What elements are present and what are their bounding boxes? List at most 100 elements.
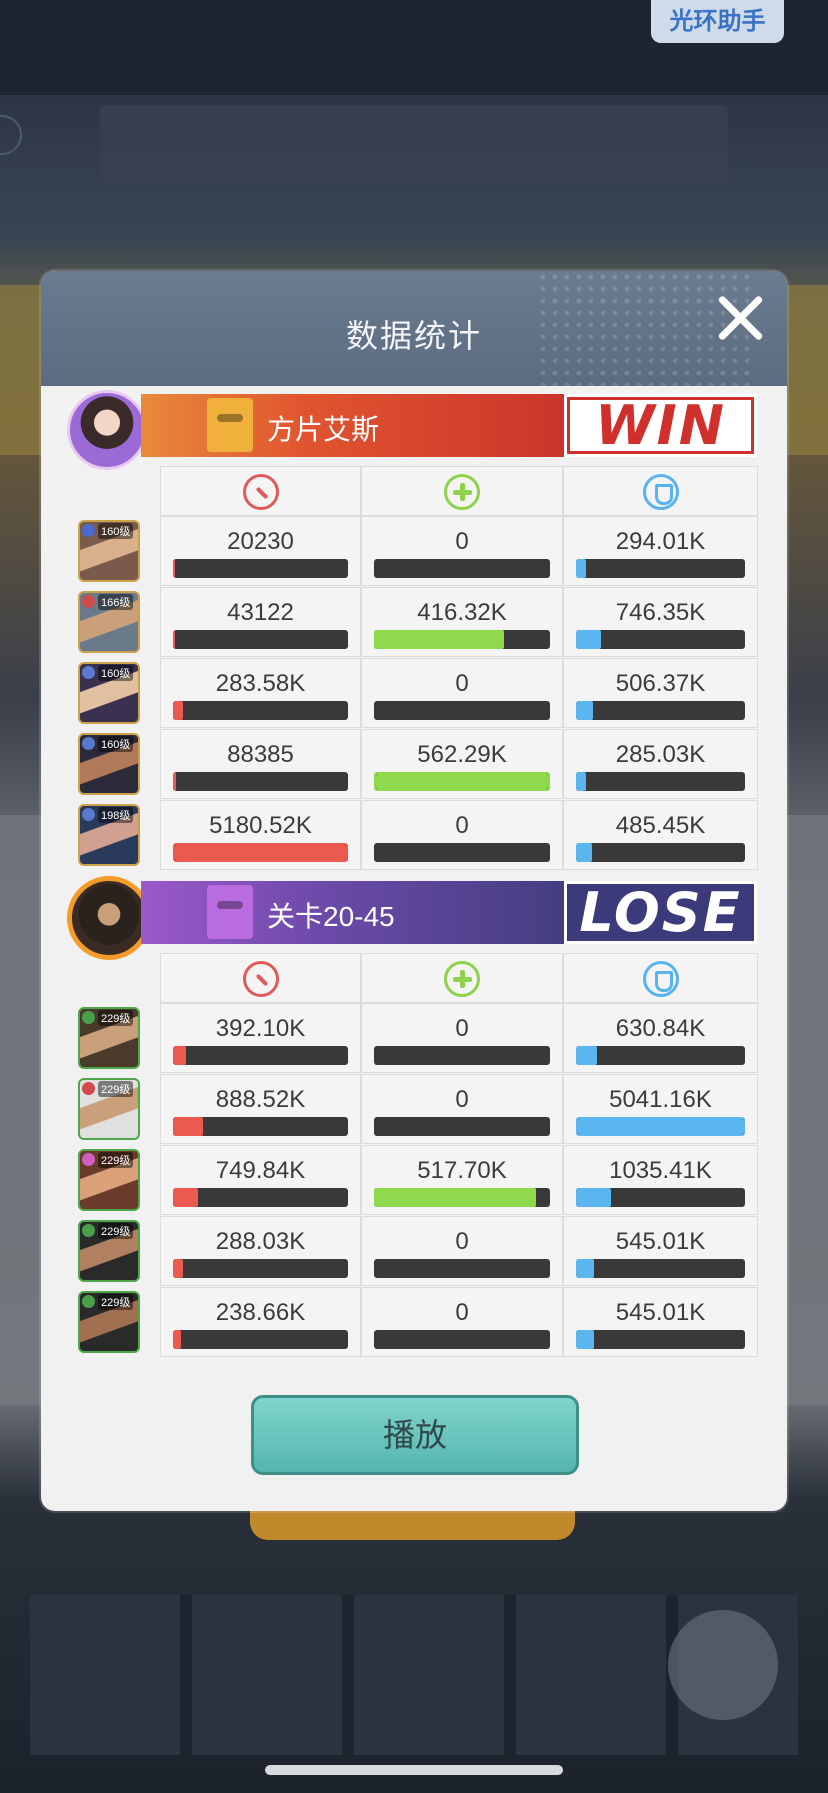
damage-cell: 283.58K — [160, 658, 361, 728]
hero-class-icon — [82, 1153, 95, 1166]
hero-cell: 229级 — [68, 1287, 160, 1357]
def-bar — [576, 559, 745, 578]
stats-modal: 数据统计 方片艾斯 WIN 160级 20230 0 294.01K 166级 … — [41, 271, 787, 1511]
hero-cell: 160级 — [68, 658, 160, 728]
table-row: 229级 749.84K 517.70K 1035.41K — [68, 1145, 758, 1216]
hero-portrait[interactable]: 229级 — [78, 1291, 140, 1353]
heal-bar — [374, 559, 550, 578]
hero-class-icon — [82, 666, 95, 679]
defense-header — [563, 466, 758, 516]
team-banner: 方片艾斯 — [141, 394, 603, 457]
def-bar-fill — [576, 1046, 598, 1065]
atk-bar — [173, 630, 348, 649]
def-bar-fill — [576, 559, 586, 578]
def-bar — [576, 772, 745, 791]
atk-bar-fill — [175, 845, 346, 860]
atk-bar — [173, 1330, 348, 1349]
def-bar-fill — [576, 1259, 595, 1278]
damage-value: 20230 — [227, 528, 294, 555]
def-bar — [576, 843, 745, 862]
heal-value: 517.70K — [417, 1157, 507, 1184]
background-battle-hud — [100, 105, 728, 185]
hero-level: 198级 — [98, 807, 134, 823]
heal-cell: 416.32K — [361, 587, 563, 657]
attack-icon — [242, 474, 279, 510]
heal-cell: 0 — [361, 1216, 563, 1286]
atk-bar — [173, 843, 348, 862]
hero-level: 160级 — [98, 523, 134, 539]
heal-bar — [374, 1259, 550, 1278]
play-button[interactable]: 播放 — [251, 1395, 579, 1475]
heal-value: 0 — [455, 1228, 469, 1255]
hero-cell: 160级 — [68, 516, 160, 586]
damage-cell: 5180.52K — [160, 800, 361, 870]
heal-cell: 0 — [361, 516, 563, 586]
team-name: 方片艾斯 — [267, 414, 380, 445]
defense-cell: 5041.16K — [563, 1074, 758, 1144]
hero-class-icon — [82, 1295, 95, 1308]
heal-bar — [374, 701, 550, 720]
hero-portrait[interactable]: 166级 — [78, 591, 140, 653]
attack-icon — [242, 961, 279, 997]
damage-value: 5180.52K — [209, 812, 312, 839]
damage-cell: 392.10K — [160, 1003, 361, 1073]
assistant-button[interactable]: 光环助手 — [651, 0, 784, 43]
hero-level: 229级 — [98, 1294, 134, 1310]
atk-bar — [173, 701, 348, 720]
damage-value: 288.03K — [215, 1228, 306, 1255]
hero-cell: 229级 — [68, 1145, 160, 1215]
hero-portrait[interactable]: 160级 — [78, 733, 140, 795]
table-row: 160级 20230 0 294.01K — [68, 516, 758, 587]
close-icon[interactable] — [715, 293, 765, 343]
heal-cell: 0 — [361, 1287, 563, 1357]
heal-header — [361, 466, 563, 516]
hero-portrait[interactable]: 229级 — [78, 1078, 140, 1140]
damage-cell: 20230 — [160, 516, 361, 586]
heal-value: 0 — [455, 670, 469, 697]
damage-value: 283.58K — [215, 670, 306, 697]
heal-bar-fill — [374, 1188, 536, 1207]
defense-value: 1035.41K — [609, 1157, 712, 1184]
def-bar — [576, 1117, 745, 1136]
heal-bar — [374, 772, 550, 791]
table-row: 166级 43122 416.32K 746.35K — [68, 587, 758, 658]
heal-cell: 0 — [361, 800, 563, 870]
hero-portrait[interactable]: 160级 — [78, 662, 140, 724]
atk-bar-fill — [173, 1330, 182, 1349]
heal-value: 0 — [455, 812, 469, 839]
defense-cell: 1035.41K — [563, 1145, 758, 1215]
def-bar-fill — [576, 1330, 595, 1349]
defense-cell: 746.35K — [563, 587, 758, 657]
def-bar — [576, 1188, 745, 1207]
hero-portrait[interactable]: 229级 — [78, 1220, 140, 1282]
heal-bar — [374, 843, 550, 862]
heal-bar — [374, 1188, 550, 1207]
def-bar — [576, 1330, 745, 1349]
modal-header: 数据统计 — [41, 271, 787, 386]
heal-bar-fill — [374, 630, 505, 649]
atk-bar-fill — [173, 630, 176, 649]
damage-cell: 43122 — [160, 587, 361, 657]
hero-class-icon — [82, 737, 95, 750]
hero-portrait[interactable]: 229级 — [78, 1149, 140, 1211]
hero-portrait[interactable]: 160级 — [78, 520, 140, 582]
def-bar — [576, 701, 745, 720]
hero-portrait[interactable]: 198级 — [78, 804, 140, 866]
table-row: 229级 288.03K 0 545.01K — [68, 1216, 758, 1287]
atk-bar — [173, 1117, 348, 1136]
heal-bar — [374, 1330, 550, 1349]
hero-level: 229级 — [98, 1223, 134, 1239]
def-bar — [576, 1259, 745, 1278]
hero-level: 229级 — [98, 1152, 134, 1168]
hero-cell: 229级 — [68, 1003, 160, 1073]
atk-bar — [173, 559, 348, 578]
hero-portrait[interactable]: 229级 — [78, 1007, 140, 1069]
table-row: 229级 238.66K 0 545.01K — [68, 1287, 758, 1358]
heal-value: 562.29K — [417, 741, 507, 768]
def-bar-fill — [576, 772, 586, 791]
atk-bar-fill — [173, 559, 176, 578]
hero-level: 166级 — [98, 594, 134, 610]
damage-value: 88385 — [227, 741, 294, 768]
def-bar-fill — [578, 1119, 743, 1134]
heal-cell: 0 — [361, 658, 563, 728]
